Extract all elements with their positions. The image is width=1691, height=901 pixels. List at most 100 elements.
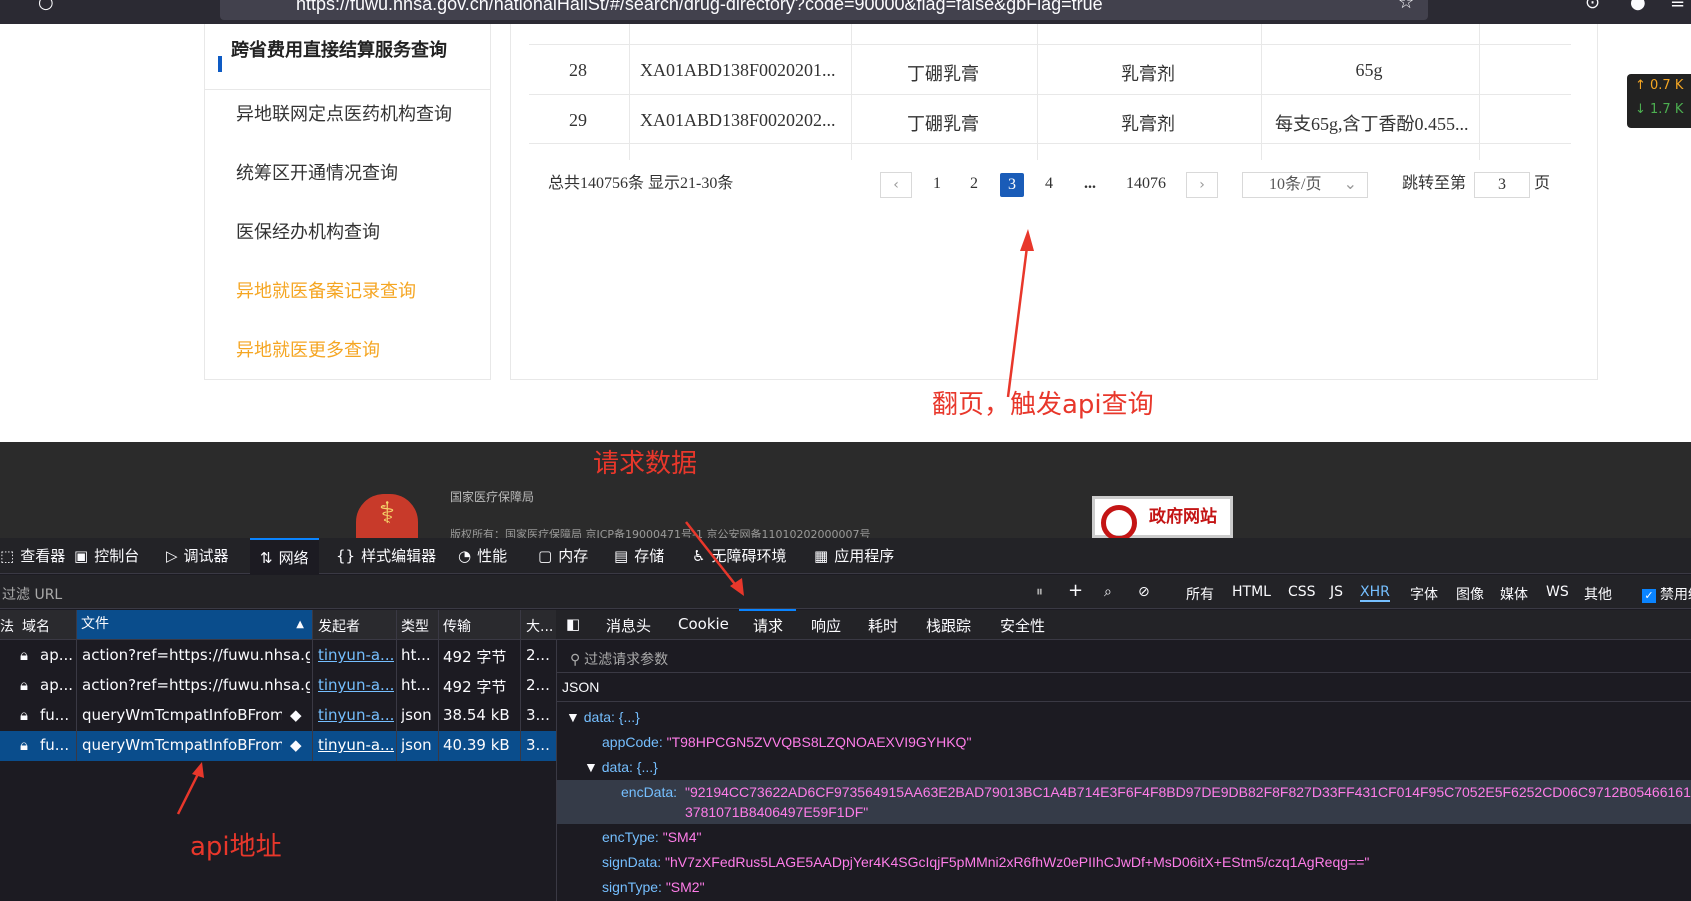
devtools-tab-application[interactable]: ▦ 应用程序 xyxy=(814,538,894,574)
devtools-tab-performance[interactable]: ◔ 性能 xyxy=(458,538,507,574)
page-ellipsis[interactable]: ... xyxy=(1078,172,1102,196)
filter-type-other[interactable]: 其他 xyxy=(1584,584,1612,604)
filter-type-js[interactable]: JS xyxy=(1330,584,1343,600)
devtools-tab-debugger[interactable]: ▷ 调试器 xyxy=(166,538,229,574)
prev-page-button[interactable]: ‹ xyxy=(880,172,912,198)
filter-type-css[interactable]: CSS xyxy=(1288,584,1316,600)
detail-tab-request[interactable]: 请求 xyxy=(753,615,783,636)
col-type[interactable]: 类型 xyxy=(401,616,429,636)
devtools-tab-console[interactable]: ▣ 控制台 xyxy=(74,538,139,574)
json-encdata[interactable]: encData: "92194CC73622AD6CF973564915AA63… xyxy=(557,780,1691,824)
expand-arrow-icon: ▼ xyxy=(566,709,584,725)
menu-icon[interactable]: ≡ xyxy=(1670,0,1685,12)
devtools-tab-storage[interactable]: ▤ 存储 xyxy=(614,538,664,574)
network-filter-bar: 过滤 URL ⏸ + ⌕ ⊘ 所有 HTML CSS JS XHR 字体 图像 … xyxy=(0,575,1691,609)
request-row[interactable]: 🔒︎ fu... queryWmTcmpatInfoBFromEs ◆ tiny… xyxy=(0,701,556,731)
filter-type-ws[interactable]: WS xyxy=(1546,584,1569,600)
storage-icon: ▤ xyxy=(614,547,629,565)
request-transfer: 38.54 kB xyxy=(443,706,510,724)
page-size-select[interactable]: 10条/页 ⌄ xyxy=(1242,172,1368,198)
block-icon[interactable]: ⊘ xyxy=(1138,584,1150,600)
col-initiator[interactable]: 发起者 xyxy=(318,616,360,636)
request-initiator[interactable]: tinyun-a... xyxy=(318,646,394,664)
url-filter-input[interactable]: 过滤 URL xyxy=(2,584,62,604)
devtools-tab-network[interactable]: ⇅ 网络 xyxy=(250,538,319,574)
annotation-request-data: 请求数据 xyxy=(593,449,698,479)
page-number-current[interactable]: 3 xyxy=(1000,173,1024,197)
sidebar-item-agency[interactable]: 医保经办机构查询 xyxy=(236,218,380,244)
request-initiator[interactable]: tinyun-a... xyxy=(318,676,394,694)
filter-type-html[interactable]: HTML xyxy=(1232,584,1271,600)
json-enctype[interactable]: encType: "SM4" xyxy=(602,829,701,845)
detail-tab-security[interactable]: 安全性 xyxy=(1000,615,1045,636)
download-icon[interactable]: ⊙ xyxy=(1585,0,1600,12)
json-root-node[interactable]: ▼ data: {...} xyxy=(566,709,640,725)
request-transfer: 492 字节 xyxy=(443,678,507,696)
filter-type-images[interactable]: 图像 xyxy=(1456,584,1484,604)
request-initiator[interactable]: tinyun-a... xyxy=(318,736,394,754)
nhsa-emblem: ⚕ xyxy=(356,494,418,538)
search-icon[interactable]: ⌕ xyxy=(1104,584,1112,600)
filter-icon: ⚲ xyxy=(570,651,585,667)
footer-copyright: 版权所有：国家医疗保障局 京ICP备19000471号-1 京公安网备11010… xyxy=(450,528,871,538)
sidebar-item-district-status[interactable]: 统筹区开通情况查询 xyxy=(236,159,398,185)
filter-params-input[interactable]: ⚲ 过滤请求参数 xyxy=(570,649,668,669)
jump-label: 跳转至第 xyxy=(1402,175,1467,192)
request-row[interactable]: 🔒︎ ap... action?ref=https://fuwu.nhsa.go… xyxy=(0,641,556,671)
json-inner-data-node[interactable]: ▼ data: {...} xyxy=(584,759,658,775)
json-signdata[interactable]: signData: "hV7zXFedRus5LAGE5AADpjYer4K4S… xyxy=(602,854,1369,870)
detail-tab-timings[interactable]: 耗时 xyxy=(868,615,898,636)
request-domain: fu... xyxy=(40,706,70,724)
filter-type-fonts[interactable]: 字体 xyxy=(1410,584,1438,604)
table-cell-name: 丁硼乳膏 xyxy=(907,114,979,134)
col-method[interactable]: 法 xyxy=(0,616,14,636)
next-page-button[interactable]: › xyxy=(1186,172,1218,198)
page-number[interactable]: 1 xyxy=(926,172,948,196)
extension-icon[interactable]: ● xyxy=(1630,0,1646,12)
table-cell-no: 28 xyxy=(569,60,587,80)
col-domain[interactable]: 域名 xyxy=(22,616,50,636)
style-editor-icon: {} xyxy=(336,547,356,565)
url-bar[interactable]: https://fuwu.nhsa.gov.cn/nationalHallSt/… xyxy=(220,0,1428,20)
jump-page-input[interactable]: 3 xyxy=(1474,172,1530,198)
disable-cache-checkbox[interactable]: ✓禁用缓 xyxy=(1642,584,1691,604)
pagination-summary: 总共140756条 显示21-30条 xyxy=(548,175,734,192)
request-type: ht... xyxy=(401,676,431,694)
table-cell-form: 乳膏剂 xyxy=(1121,114,1175,134)
page-number[interactable]: 4 xyxy=(1038,172,1060,196)
request-size: 3... xyxy=(526,706,550,724)
toggle-panel-icon[interactable]: ◧ xyxy=(566,615,580,633)
table-cell-code: XA01ABD138F0020202... xyxy=(640,110,836,130)
filter-type-all[interactable]: 所有 xyxy=(1186,584,1214,604)
sidebar-item-filing-records[interactable]: 异地就医备案记录查询 xyxy=(236,277,416,303)
page-number[interactable]: 2 xyxy=(963,172,985,196)
sidebar-item-more[interactable]: 异地就医更多查询 xyxy=(236,336,380,362)
filter-type-xhr[interactable]: XHR xyxy=(1360,584,1390,602)
request-row-selected[interactable]: 🔒︎ fu... queryWmTcmpatInfoBFromEs ◆ tiny… xyxy=(0,731,556,761)
devtools-tab-style-editor[interactable]: {} 样式编辑器 xyxy=(336,538,436,574)
detail-tab-stack-trace[interactable]: 栈跟踪 xyxy=(926,615,971,636)
page-number-last[interactable]: 14076 xyxy=(1118,172,1174,196)
plus-icon[interactable]: + xyxy=(1068,580,1083,601)
gov-badge-label: 政府网站 xyxy=(1149,507,1217,527)
col-file[interactable]: 文件 ▲ xyxy=(76,610,312,639)
circle-icon[interactable]: ○ xyxy=(38,0,54,12)
json-appcode[interactable]: appCode: "T98HPCGN5ZVVQBS8LZQNOAEXVI9GYH… xyxy=(602,734,971,750)
devtools-tab-inspector[interactable]: ⬚ 查看器 xyxy=(0,538,65,574)
table-cell-spec: 65g xyxy=(1355,60,1383,80)
request-row[interactable]: 🔒︎ ap... action?ref=https://fuwu.nhsa.go… xyxy=(0,671,556,701)
request-initiator[interactable]: tinyun-a... xyxy=(318,706,394,724)
detail-tab-response[interactable]: 响应 xyxy=(811,615,841,636)
filter-type-media[interactable]: 媒体 xyxy=(1500,584,1528,604)
devtools-tab-memory[interactable]: ▢ 内存 xyxy=(538,538,588,574)
gov-site-badge[interactable]: 政府网站 xyxy=(1092,496,1233,541)
col-transfer[interactable]: 传输 xyxy=(443,616,471,636)
json-signtype[interactable]: signType: "SM2" xyxy=(602,879,705,895)
sidebar-item-remote-institutions[interactable]: 异地联网定点医药机构查询 xyxy=(236,100,452,126)
devtools-tabbar: ⬚ 查看器 ▣ 控制台 ▷ 调试器 ⇅ 网络 {} 样式编辑器 ◔ 性能 ▢ 内存 ▤ 存储 ♿… xyxy=(0,538,1691,574)
detail-tab-headers[interactable]: 消息头 xyxy=(606,615,651,636)
col-size[interactable]: 大... xyxy=(526,616,553,636)
pause-icon[interactable]: ⏸ xyxy=(1036,584,1043,600)
star-icon[interactable]: ☆ xyxy=(1398,0,1414,12)
detail-tab-cookie[interactable]: Cookie xyxy=(678,615,729,633)
